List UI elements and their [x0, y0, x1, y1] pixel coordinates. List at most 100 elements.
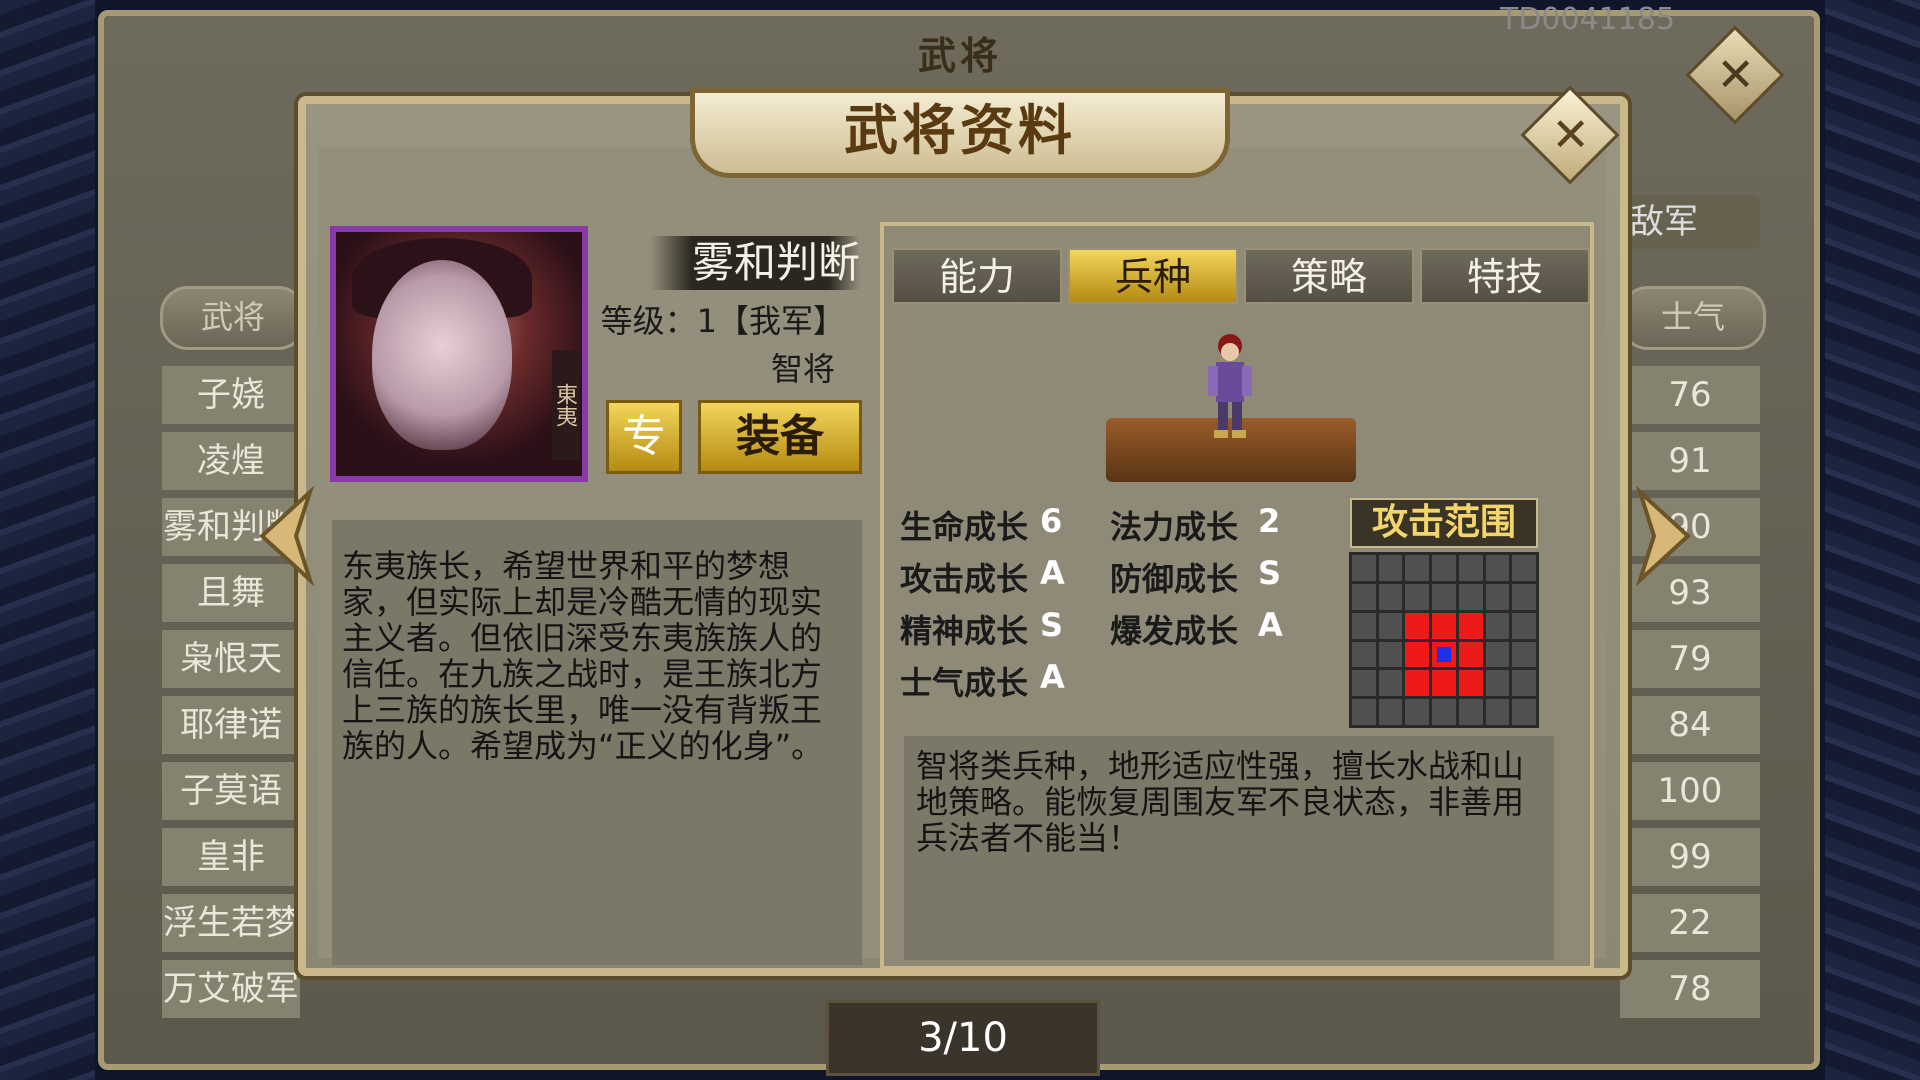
range-cell: [1485, 583, 1510, 610]
attack-range-grid: [1349, 552, 1539, 728]
general-level: 等级：1【我军】: [600, 302, 845, 340]
range-cell: [1512, 583, 1536, 610]
range-cell: [1458, 699, 1483, 725]
range-cell: [1405, 699, 1430, 725]
range-cell: [1458, 555, 1483, 581]
spirit-growth-value: S: [1040, 606, 1064, 644]
tab-skill[interactable]: 特技: [1420, 248, 1590, 304]
range-cell: [1352, 583, 1376, 610]
exclusive-button[interactable]: 专: [606, 400, 682, 474]
list-item-name[interactable]: 凌煌: [162, 432, 300, 490]
range-cell: [1485, 699, 1510, 725]
morale-growth-label: 士气成长: [900, 664, 1029, 702]
list-panel-title: 武将: [917, 34, 1002, 78]
faction-seal: 東夷: [552, 350, 580, 460]
list-item-morale: 84: [1620, 696, 1760, 754]
panel-code: TD0041185: [1500, 2, 1676, 37]
range-cell: [1485, 555, 1510, 581]
general-class: 智将: [770, 350, 835, 388]
list-item-name[interactable]: 万艾破军: [162, 960, 300, 1018]
background-left: [0, 0, 95, 1080]
range-cell: [1512, 641, 1536, 668]
range-cell: [1485, 670, 1510, 697]
list-item-morale: 78: [1620, 960, 1760, 1018]
list-item-name[interactable]: 耶律诺: [162, 696, 300, 754]
hp-growth-label: 生命成长: [900, 508, 1029, 546]
range-cell: [1352, 641, 1376, 668]
list-item-morale: 91: [1620, 432, 1760, 490]
hp-growth-value: 6: [1040, 502, 1063, 540]
mp-growth-value: 2: [1258, 502, 1281, 540]
previous-arrow-icon[interactable]: [248, 486, 318, 586]
range-cell: [1405, 641, 1430, 668]
list-item-name[interactable]: 皇非: [162, 828, 300, 886]
range-cell: [1378, 583, 1403, 610]
range-cell: [1512, 699, 1536, 725]
range-cell: [1485, 641, 1510, 668]
burst-growth-value: A: [1258, 606, 1283, 644]
range-cell: [1485, 612, 1510, 639]
range-cell: [1378, 670, 1403, 697]
range-cell: [1458, 583, 1483, 610]
attack-range-title: 攻击范围: [1350, 498, 1538, 548]
list-item-name[interactable]: 枭恨天: [162, 630, 300, 688]
morale-growth-value: A: [1040, 658, 1065, 696]
range-cell: [1458, 612, 1483, 639]
list-item-morale: 76: [1620, 366, 1760, 424]
range-cell: [1512, 555, 1536, 581]
range-cell: [1378, 555, 1403, 581]
atk-growth-value: A: [1040, 554, 1065, 592]
range-cell: [1405, 583, 1430, 610]
background-right: [1825, 0, 1920, 1080]
unit-sprite: [1208, 334, 1252, 438]
range-cell: [1512, 612, 1536, 639]
range-cell: [1405, 555, 1430, 581]
list-item-morale: 22: [1620, 894, 1760, 952]
range-cell: [1432, 670, 1456, 697]
range-cell: [1512, 670, 1536, 697]
range-cell: [1432, 641, 1456, 668]
range-cell: [1405, 612, 1430, 639]
range-cell: [1378, 612, 1403, 639]
tab-enemy[interactable]: 敌军: [1620, 195, 1760, 249]
range-cell: [1378, 641, 1403, 668]
biography-text: 东夷族长，希望世界和平的梦想家，但实际上却是冷酷无情的现实主义者。但依旧深受东夷…: [342, 547, 824, 765]
list-item-name[interactable]: 子莫语: [162, 762, 300, 820]
equipment-button[interactable]: 装备: [698, 400, 862, 474]
tab-strategy[interactable]: 策略: [1244, 248, 1414, 304]
list-item-morale: 79: [1620, 630, 1760, 688]
list-item-name[interactable]: 子娆: [162, 366, 300, 424]
close-icon: ✕: [1716, 47, 1755, 102]
range-cell: [1432, 612, 1456, 639]
spirit-growth-label: 精神成长: [900, 612, 1029, 650]
general-name: 雾和判断: [691, 238, 860, 287]
range-cell: [1458, 641, 1483, 668]
range-cell: [1432, 699, 1456, 725]
range-cell: [1405, 670, 1430, 697]
dialog-title: 武将资料: [844, 99, 1076, 162]
list-item-morale: 99: [1620, 828, 1760, 886]
page-indicator: 3/10: [826, 1000, 1100, 1076]
range-cell: [1378, 699, 1403, 725]
close-icon: ✕: [1551, 107, 1590, 162]
tab-ability[interactable]: 能力: [892, 248, 1062, 304]
def-growth-label: 防御成长: [1110, 560, 1239, 598]
range-cell: [1432, 555, 1456, 581]
list-item-morale: 100: [1620, 762, 1760, 820]
range-cell: [1352, 612, 1376, 639]
range-cell: [1458, 670, 1483, 697]
range-cell: [1352, 670, 1376, 697]
next-arrow-icon[interactable]: [1632, 486, 1702, 586]
range-cell: [1432, 583, 1456, 610]
list-item-name[interactable]: 浮生若梦: [162, 894, 300, 952]
burst-growth-label: 爆发成长: [1110, 612, 1239, 650]
column-header-general: 武将: [160, 286, 306, 350]
tab-troop[interactable]: 兵种: [1068, 248, 1238, 304]
portrait-face: [372, 260, 512, 450]
range-cell: [1352, 555, 1376, 581]
def-growth-value: S: [1258, 554, 1282, 592]
atk-growth-label: 攻击成长: [900, 560, 1029, 598]
column-header-morale: 士气: [1620, 286, 1766, 350]
troop-description: 智将类兵种，地形适应性强，擅长水战和山地策略。能恢复周围友军不良状态，非善用兵法…: [916, 747, 1525, 857]
mp-growth-label: 法力成长: [1110, 508, 1239, 546]
